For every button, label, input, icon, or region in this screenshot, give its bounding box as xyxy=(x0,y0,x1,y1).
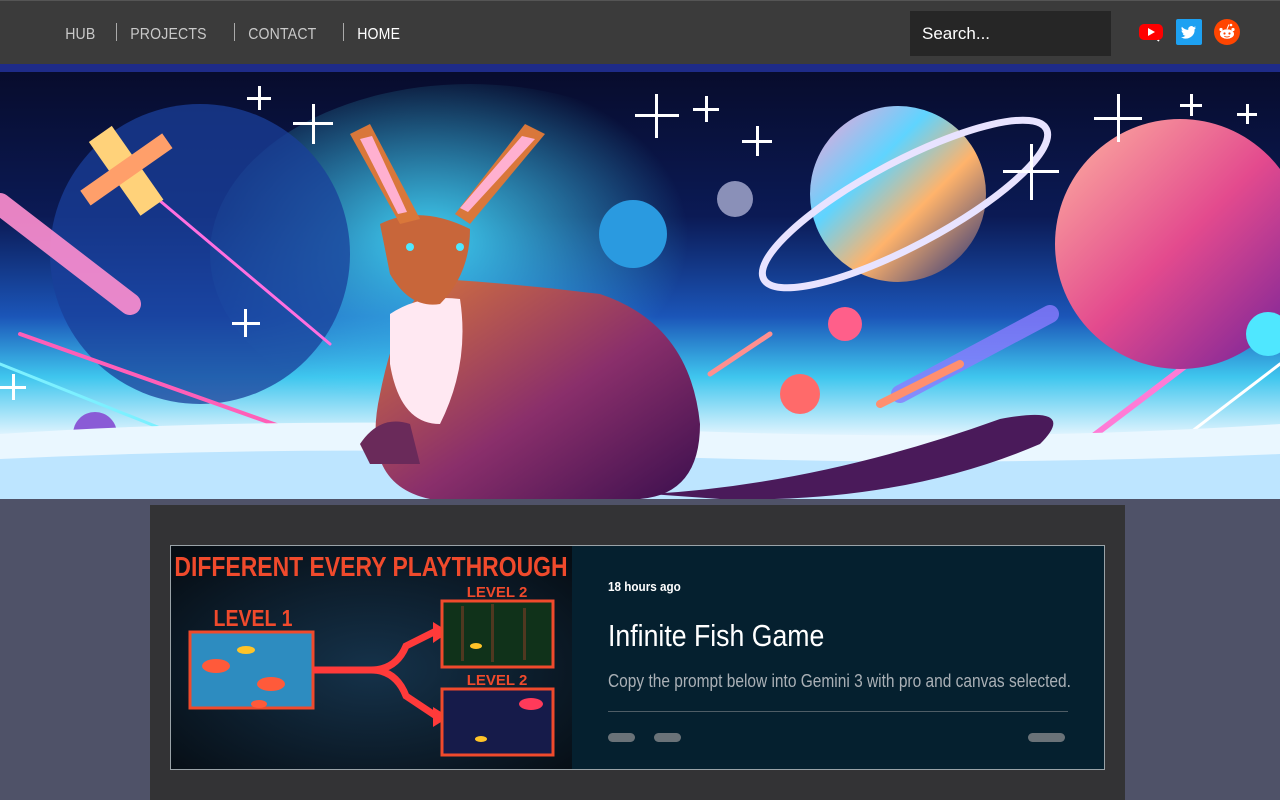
social-links xyxy=(1138,19,1240,45)
hero-banner xyxy=(0,64,1280,499)
post-title[interactable]: Infinite Fish Game xyxy=(608,618,824,654)
post-body: 18 hours ago Infinite Fish Game Copy the… xyxy=(572,546,1104,769)
thumb-level1: LEVEL 1 xyxy=(214,606,293,632)
comments-placeholder xyxy=(654,733,681,742)
hero-illustration xyxy=(0,64,1280,499)
search-box xyxy=(910,11,1160,56)
views-placeholder xyxy=(608,733,635,742)
nav-item-hub[interactable]: HUB xyxy=(52,23,109,43)
post-divider xyxy=(608,711,1068,712)
post-excerpt: Copy the prompt below into Gemini 3 with… xyxy=(608,671,1071,691)
post-card[interactable]: DIFFERENT EVERY PLAYTHROUGH LEVEL 1 LEVE… xyxy=(170,545,1105,770)
twitter-icon[interactable] xyxy=(1176,19,1202,45)
thumb-headline: DIFFERENT EVERY PLAYTHROUGH xyxy=(174,552,567,583)
thumb-level2b: LEVEL 2 xyxy=(467,672,528,689)
nav-item-home[interactable]: HOME xyxy=(344,23,413,43)
reddit-icon[interactable] xyxy=(1214,19,1240,45)
main-nav: HUB PROJECTS CONTACT HOME xyxy=(52,21,423,45)
likes-placeholder[interactable] xyxy=(1028,733,1065,742)
thumb-level2a: LEVEL 2 xyxy=(467,584,528,601)
nav-item-contact[interactable]: CONTACT xyxy=(235,23,330,43)
nav-item-projects[interactable]: PROJECTS xyxy=(117,23,220,43)
youtube-icon[interactable] xyxy=(1138,19,1164,45)
top-navigation-bar: HUB PROJECTS CONTACT HOME xyxy=(0,0,1280,64)
post-timestamp: 18 hours ago xyxy=(608,579,681,594)
post-thumbnail[interactable]: DIFFERENT EVERY PLAYTHROUGH LEVEL 1 LEVE… xyxy=(171,546,572,769)
content-panel: DIFFERENT EVERY PLAYTHROUGH LEVEL 1 LEVE… xyxy=(150,505,1125,800)
search-input[interactable] xyxy=(910,23,1143,44)
